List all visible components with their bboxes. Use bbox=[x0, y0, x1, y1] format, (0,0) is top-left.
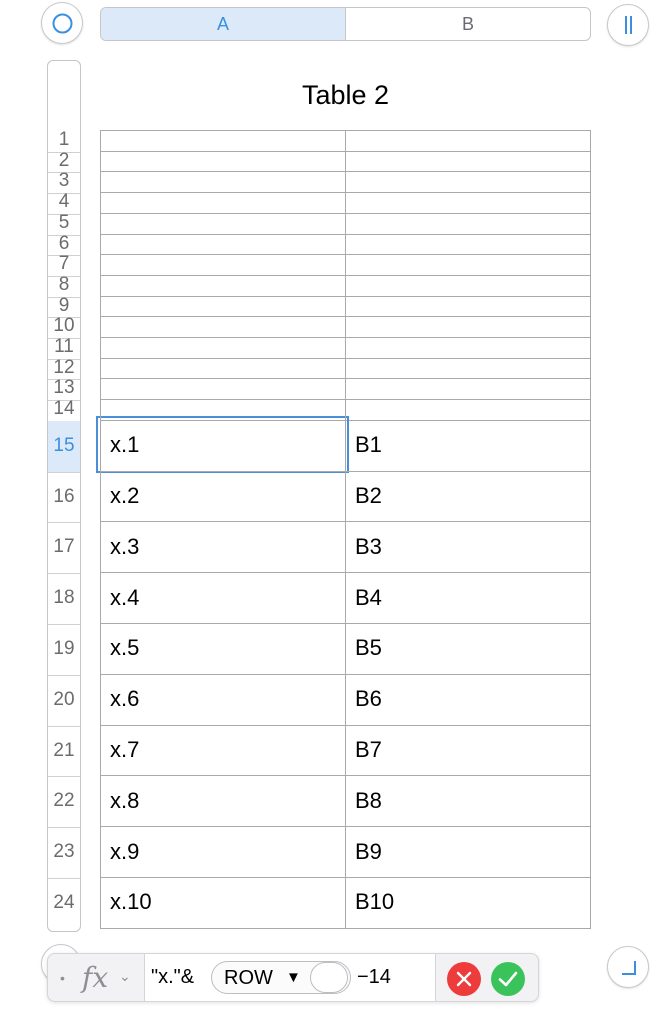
freeze-columns-button[interactable] bbox=[607, 4, 649, 46]
row-number[interactable]: 9 bbox=[48, 295, 80, 317]
token-dropdown-icon[interactable]: ▼ bbox=[286, 969, 301, 986]
row-number[interactable]: 13 bbox=[48, 378, 80, 399]
column-header-a[interactable]: A bbox=[101, 8, 346, 40]
row-number[interactable]: 6 bbox=[48, 233, 80, 255]
cell-a[interactable]: x.6 bbox=[100, 674, 345, 725]
cell-a[interactable]: x.9 bbox=[100, 826, 345, 877]
cell-b[interactable]: B5 bbox=[345, 623, 591, 674]
row-number[interactable]: 18 bbox=[48, 573, 80, 624]
row-number[interactable]: 19 bbox=[48, 624, 80, 675]
table-title: Table 2 bbox=[301, 80, 390, 110]
cell-a[interactable]: x.7 bbox=[100, 725, 345, 776]
row-number[interactable]: 12 bbox=[48, 357, 80, 379]
row-number[interactable]: 8 bbox=[48, 274, 80, 296]
cell-b[interactable]: B9 bbox=[345, 826, 591, 877]
formula-input[interactable]: "x."& ROW ▼ −14 bbox=[144, 954, 436, 1001]
row-gridline bbox=[100, 927, 591, 929]
cancel-formula-button[interactable] bbox=[447, 962, 481, 996]
pause-bars-icon bbox=[625, 16, 632, 34]
row-number[interactable]: 10 bbox=[48, 316, 80, 337]
row-number[interactable]: 5 bbox=[48, 212, 80, 234]
row-number[interactable]: 7 bbox=[48, 253, 80, 275]
function-menu-button[interactable]: • fx ⌄ bbox=[48, 954, 144, 1001]
argument-placeholder[interactable] bbox=[310, 962, 348, 993]
cell-a[interactable]: x.10 bbox=[100, 877, 345, 928]
cell-b[interactable]: B1 bbox=[345, 420, 591, 471]
column-gridline bbox=[590, 130, 591, 928]
function-token-label: ROW bbox=[224, 967, 273, 989]
cell-b[interactable]: B8 bbox=[345, 775, 591, 826]
row-number[interactable]: 23 bbox=[48, 827, 80, 878]
row-number[interactable]: 20 bbox=[48, 675, 80, 726]
cell-a[interactable]: x.3 bbox=[100, 521, 345, 572]
confirm-formula-button[interactable] bbox=[491, 962, 525, 996]
circle-select-icon bbox=[52, 13, 73, 34]
function-token-row[interactable]: ROW ▼ bbox=[211, 961, 351, 994]
corner-resize-icon bbox=[622, 961, 636, 975]
fx-label: fx bbox=[82, 961, 109, 994]
cell-b[interactable]: B6 bbox=[345, 674, 591, 725]
chevron-down-icon: ⌄ bbox=[119, 968, 131, 984]
row-number[interactable]: 14 bbox=[48, 398, 80, 420]
selected-cell-outline bbox=[96, 415, 349, 473]
column-gridline bbox=[345, 130, 346, 928]
table-grid: x.1 B1 x.2 B2 x.3 B3 x.4 B4 x.5 B5 x.6 B6 x.7 B7 x.8 B8… bbox=[96, 130, 591, 931]
row-number[interactable]: 1 bbox=[48, 129, 80, 151]
cell-b[interactable]: B2 bbox=[345, 471, 591, 522]
checkmark-icon bbox=[498, 971, 518, 987]
cell-a[interactable]: x.8 bbox=[100, 775, 345, 826]
formula-bar: • fx ⌄ "x."& ROW ▼ −14 bbox=[47, 953, 539, 1002]
cell-a[interactable]: x.4 bbox=[100, 572, 345, 623]
cell-b[interactable]: B10 bbox=[345, 877, 591, 928]
row-number[interactable]: 22 bbox=[48, 776, 80, 827]
row-number[interactable]: 17 bbox=[48, 522, 80, 573]
row-number[interactable]: 3 bbox=[48, 171, 80, 192]
x-icon bbox=[456, 971, 472, 987]
cell-b[interactable]: B4 bbox=[345, 572, 591, 623]
column-header-b[interactable]: B bbox=[346, 8, 590, 40]
cell-b[interactable]: B3 bbox=[345, 521, 591, 572]
row-header-strip: 1 2 3 4 5 6 7 8 9 10 11 12 13 14 15 16 17 18 19 20 21 22 23 24 bbox=[47, 60, 81, 932]
row-number[interactable]: 11 bbox=[48, 336, 80, 358]
row-number[interactable]: 21 bbox=[48, 726, 80, 777]
select-all-button[interactable] bbox=[41, 2, 83, 44]
cell-b[interactable]: B7 bbox=[345, 725, 591, 776]
bullet-icon: • bbox=[60, 970, 65, 986]
column-gridline bbox=[100, 130, 101, 928]
cell-a[interactable]: x.2 bbox=[100, 471, 345, 522]
cell-a[interactable]: x.5 bbox=[100, 623, 345, 674]
row-number[interactable]: 2 bbox=[48, 150, 80, 172]
row-number[interactable]: 4 bbox=[48, 191, 80, 213]
column-header-bar: A B bbox=[100, 7, 591, 41]
row-number[interactable]: 24 bbox=[48, 878, 80, 929]
row-number[interactable]: 16 bbox=[48, 472, 80, 523]
formula-suffix: −14 bbox=[357, 966, 391, 988]
formula-prefix: "x."& bbox=[151, 966, 195, 988]
row-number[interactable]: 15 bbox=[48, 420, 80, 472]
resize-table-button[interactable] bbox=[607, 946, 649, 988]
